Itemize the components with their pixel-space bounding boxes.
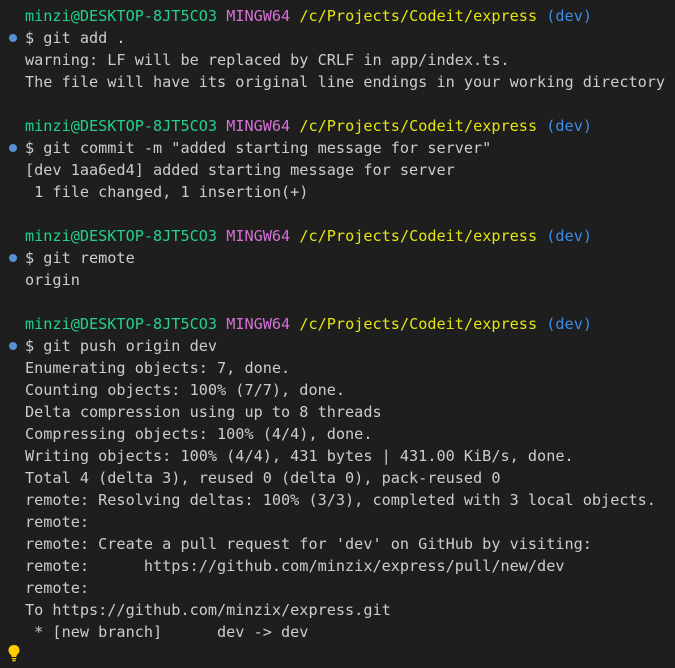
output-line: The file will have its original line end…: [25, 73, 666, 91]
prompt-branch: (dev): [546, 227, 592, 245]
prompt-path: /c/Projects/Codeit/express: [299, 7, 538, 25]
prompt-line: minzi@DESKTOP-8JT5CO3 MINGW64 /c/Project…: [0, 5, 675, 27]
prompt-shell: MINGW64: [226, 227, 291, 245]
output-line: Counting objects: 100% (7/7), done.: [25, 381, 346, 399]
output-line: Enumerating objects: 7, done.: [25, 359, 291, 377]
prompt-line: minzi@DESKTOP-8JT5CO3 MINGW64 /c/Project…: [0, 313, 675, 335]
output-line: origin: [25, 271, 80, 289]
lightbulb-icon-svg: [8, 645, 20, 662]
lightbulb-icon[interactable]: [8, 644, 20, 662]
command-line: $ git commit -m "added starting message …: [0, 137, 675, 159]
command-text: $ git add .: [25, 29, 126, 47]
output-line: remote: Resolving deltas: 100% (3/3), co…: [25, 491, 656, 509]
prompt-shell: MINGW64: [226, 117, 291, 135]
terminal[interactable]: minzi@DESKTOP-8JT5CO3 MINGW64 /c/Project…: [0, 5, 675, 665]
command-text: $ git push origin dev: [25, 337, 218, 355]
prompt-path: /c/Projects/Codeit/express: [299, 227, 538, 245]
command-block: minzi@DESKTOP-8JT5CO3 MINGW64 /c/Project…: [0, 115, 675, 203]
command-line: $ git push origin dev: [0, 335, 675, 357]
command-text: $ git remote: [25, 249, 135, 267]
prompt-branch: (dev): [546, 315, 592, 333]
prompt-user-host: minzi@DESKTOP-8JT5CO3: [25, 315, 218, 333]
command-decoration-dot-icon[interactable]: [9, 34, 17, 42]
command-line: $ git add .: [0, 27, 675, 49]
output-line: remote:: [25, 579, 90, 597]
command-line: $ git remote: [0, 247, 675, 269]
output-line: To https://github.com/minzix/express.git: [25, 601, 391, 619]
prompt-path: /c/Projects/Codeit/express: [299, 117, 538, 135]
command-decoration-dot-icon[interactable]: [9, 144, 17, 152]
command-decoration-dot-icon[interactable]: [9, 254, 17, 262]
prompt-line: minzi@DESKTOP-8JT5CO3 MINGW64 /c/Project…: [0, 115, 675, 137]
prompt-shell: MINGW64: [226, 7, 291, 25]
command-block: minzi@DESKTOP-8JT5CO3 MINGW64 /c/Project…: [0, 5, 675, 93]
output-line: * [new branch] dev -> dev: [25, 623, 309, 641]
prompt-user-host: minzi@DESKTOP-8JT5CO3: [25, 7, 218, 25]
output-line: Total 4 (delta 3), reused 0 (delta 0), p…: [25, 469, 501, 487]
output-line: warning: LF will be replaced by CRLF in …: [25, 51, 510, 69]
output-line: [dev 1aa6ed4] added starting message for…: [25, 161, 455, 179]
command-decoration-dot-icon[interactable]: [9, 342, 17, 350]
prompt-user-host: minzi@DESKTOP-8JT5CO3: [25, 227, 218, 245]
prompt-shell: MINGW64: [226, 315, 291, 333]
output-line: remote: https://github.com/minzix/expres…: [25, 557, 565, 575]
output-line: 1 file changed, 1 insertion(+): [25, 183, 309, 201]
output-line: Delta compression using up to 8 threads: [25, 403, 382, 421]
prompt-branch: (dev): [546, 7, 592, 25]
prompt-line: minzi@DESKTOP-8JT5CO3 MINGW64 /c/Project…: [0, 225, 675, 247]
prompt-branch: (dev): [546, 117, 592, 135]
command-text: $ git commit -m "added starting message …: [25, 139, 492, 157]
output-line: Compressing objects: 100% (4/4), done.: [25, 425, 373, 443]
output-line: remote: Create a pull request for 'dev' …: [25, 535, 592, 553]
command-block: minzi@DESKTOP-8JT5CO3 MINGW64 /c/Project…: [0, 313, 675, 643]
prompt-user-host: minzi@DESKTOP-8JT5CO3: [25, 117, 218, 135]
command-block: minzi@DESKTOP-8JT5CO3 MINGW64 /c/Project…: [0, 225, 675, 291]
output-line: remote:: [25, 513, 90, 531]
output-line: Writing objects: 100% (4/4), 431 bytes |…: [25, 447, 574, 465]
prompt-path: /c/Projects/Codeit/express: [299, 315, 538, 333]
